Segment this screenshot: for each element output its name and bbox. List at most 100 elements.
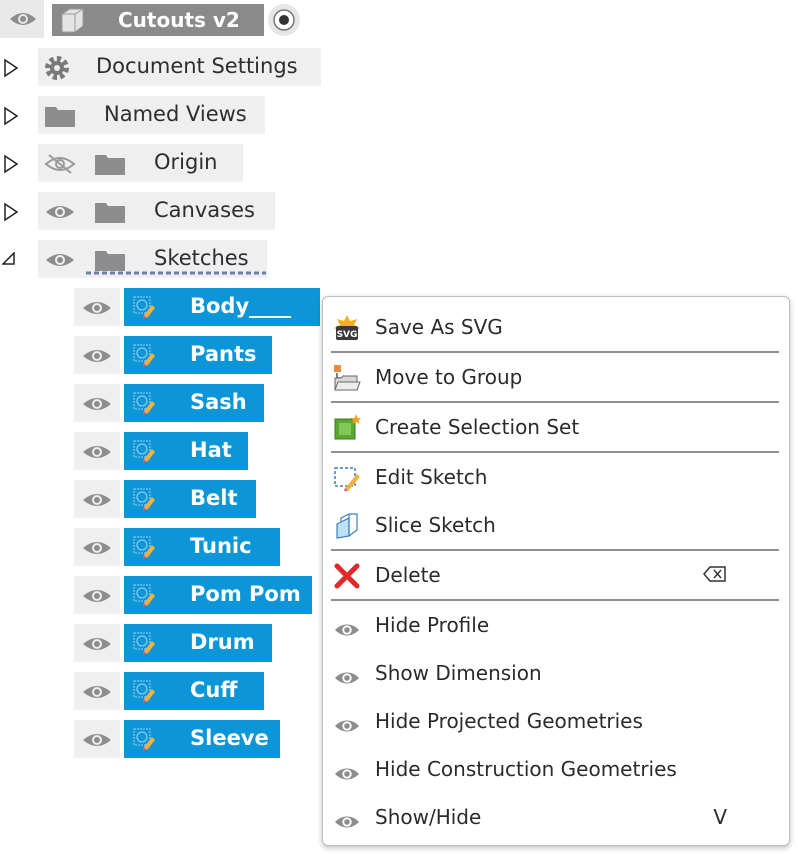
sketch-item[interactable]: Pants bbox=[124, 336, 272, 374]
node-label: Canvases bbox=[154, 198, 255, 222]
sketch-item[interactable]: Belt bbox=[124, 480, 256, 518]
eye-icon bbox=[334, 768, 360, 780]
tree-node-origin[interactable]: Origin bbox=[38, 144, 243, 182]
menu-item-label: Edit Sketch bbox=[375, 465, 488, 489]
sketch-item[interactable]: Body____ bbox=[124, 288, 320, 326]
menu-item-create-selection-set[interactable]: Create Selection Set bbox=[323, 405, 789, 449]
node-label: Named Views bbox=[104, 102, 247, 126]
sketch-label: Hat bbox=[190, 438, 232, 462]
menu-item-label: Show Dimension bbox=[375, 661, 542, 685]
root-title: Cutouts v2 bbox=[118, 8, 240, 32]
menu-item-label: Save As SVG bbox=[375, 315, 503, 339]
sketch-visibility-toggle[interactable] bbox=[74, 480, 120, 518]
radio-icon bbox=[273, 9, 295, 31]
sketch-icon bbox=[133, 440, 155, 462]
node-label: Document Settings bbox=[96, 54, 298, 78]
eye-icon bbox=[83, 686, 111, 698]
eye-icon bbox=[334, 720, 360, 732]
sketch-item[interactable]: Hat bbox=[124, 432, 248, 470]
sketch-visibility-toggle[interactable] bbox=[74, 288, 120, 326]
menu-item-delete[interactable]: Delete bbox=[323, 553, 789, 597]
folder-icon bbox=[95, 155, 125, 175]
menu-item-save-as-svg[interactable]: SVG Save As SVG bbox=[323, 305, 789, 349]
sketch-icon bbox=[133, 392, 155, 414]
menu-item-move-to-group[interactable]: Move to Group bbox=[323, 355, 789, 399]
sketch-item[interactable]: Cuff bbox=[124, 672, 264, 710]
sketch-visibility-toggle[interactable] bbox=[74, 336, 120, 374]
sketch-visibility-toggle[interactable] bbox=[74, 720, 120, 758]
sketch-icon bbox=[133, 728, 155, 750]
box-icon bbox=[61, 8, 84, 33]
folder-icon bbox=[95, 203, 125, 223]
activate-radio[interactable] bbox=[268, 4, 300, 36]
tree-node-document-settings[interactable]: Document Settings bbox=[38, 48, 321, 86]
eye-icon bbox=[83, 494, 111, 506]
eye-icon bbox=[83, 590, 111, 602]
menu-item-hide-construction-geometries[interactable]: Hide Construction Geometries bbox=[323, 747, 789, 791]
eye-icon[interactable] bbox=[44, 202, 76, 222]
sketch-item[interactable]: Drum bbox=[124, 624, 272, 662]
menu-separator bbox=[331, 401, 779, 403]
sketch-item[interactable]: Pom Pom bbox=[124, 576, 312, 614]
sketch-visibility-toggle[interactable] bbox=[74, 528, 120, 566]
menu-item-label: Delete bbox=[375, 563, 441, 587]
sketch-visibility-toggle[interactable] bbox=[74, 672, 120, 710]
tree-node-named-views[interactable]: Named Views bbox=[38, 96, 265, 134]
expand-triangle-icon[interactable] bbox=[4, 59, 18, 77]
eye-icon bbox=[83, 302, 111, 314]
node-label: Sketches bbox=[154, 246, 249, 270]
sketch-label: Drum bbox=[190, 630, 255, 654]
tree-node-canvases[interactable]: Canvases bbox=[38, 192, 275, 230]
sketch-visibility-toggle[interactable] bbox=[74, 384, 120, 422]
move-group-icon bbox=[334, 365, 361, 391]
tree-node-sketches[interactable]: Sketches bbox=[38, 240, 267, 278]
sketch-item[interactable]: Sash bbox=[124, 384, 264, 422]
menu-item-label: Slice Sketch bbox=[375, 513, 496, 537]
menu-item-label: Hide Construction Geometries bbox=[375, 757, 677, 781]
menu-item-show-dimension[interactable]: Show Dimension bbox=[323, 651, 789, 695]
root-component[interactable]: Cutouts v2 bbox=[52, 4, 264, 36]
node-label: Origin bbox=[154, 150, 218, 174]
eye-icon bbox=[83, 734, 111, 746]
expand-triangle-icon[interactable] bbox=[4, 155, 18, 173]
root-visibility-toggle[interactable] bbox=[0, 0, 44, 38]
folder-icon bbox=[45, 107, 75, 127]
edit-sketch-icon bbox=[334, 467, 360, 491]
menu-item-shortcut: V bbox=[713, 805, 727, 829]
sketch-visibility-toggle[interactable] bbox=[74, 576, 120, 614]
eye-icon bbox=[83, 542, 111, 554]
menu-item-label: Create Selection Set bbox=[375, 415, 580, 439]
hidden-eye-icon[interactable] bbox=[44, 153, 76, 175]
menu-item-label: Move to Group bbox=[375, 365, 523, 389]
menu-separator bbox=[331, 599, 779, 601]
gear-icon bbox=[45, 56, 69, 80]
svg-icon: SVG bbox=[334, 315, 360, 341]
menu-item-hide-projected-geometries[interactable]: Hide Projected Geometries bbox=[323, 699, 789, 743]
menu-item-edit-sketch[interactable]: Edit Sketch bbox=[323, 455, 789, 499]
eye-icon bbox=[83, 446, 111, 458]
sketch-icon bbox=[133, 584, 155, 606]
sketch-label: Pom Pom bbox=[190, 582, 301, 606]
eye-icon bbox=[10, 13, 36, 25]
sketch-label: Sleeve bbox=[190, 726, 269, 750]
sketch-visibility-toggle[interactable] bbox=[74, 624, 120, 662]
eye-icon bbox=[334, 672, 360, 684]
eye-icon[interactable] bbox=[44, 250, 76, 270]
sketch-label: Belt bbox=[190, 486, 238, 510]
sketch-item[interactable]: Sleeve bbox=[124, 720, 280, 758]
eye-icon bbox=[83, 398, 111, 410]
sketch-label: Tunic bbox=[190, 534, 252, 558]
collapse-triangle-icon[interactable] bbox=[2, 252, 16, 266]
menu-item-slice-sketch[interactable]: Slice Sketch bbox=[323, 503, 789, 547]
drop-indicator bbox=[86, 271, 266, 275]
sketch-item[interactable]: Tunic bbox=[124, 528, 280, 566]
menu-item-show-hide[interactable]: Show/Hide V bbox=[323, 795, 789, 839]
expand-triangle-icon[interactable] bbox=[4, 203, 18, 221]
menu-item-hide-profile[interactable]: Hide Profile bbox=[323, 603, 789, 647]
eye-icon bbox=[83, 350, 111, 362]
menu-item-label: Hide Profile bbox=[375, 613, 490, 637]
expand-triangle-icon[interactable] bbox=[4, 107, 18, 125]
sketch-label: Body____ bbox=[190, 294, 292, 318]
sketch-icon bbox=[133, 680, 155, 702]
sketch-visibility-toggle[interactable] bbox=[74, 432, 120, 470]
